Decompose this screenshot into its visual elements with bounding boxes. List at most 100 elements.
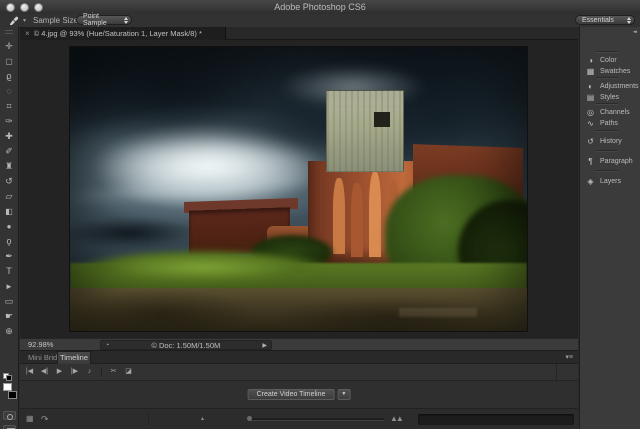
next-frame-button[interactable]: |▶ xyxy=(67,364,82,380)
tools-panel-grip[interactable] xyxy=(5,30,13,34)
create-video-timeline-dropdown[interactable]: ▼ xyxy=(337,389,350,400)
timeline-zoom-out-icon[interactable]: ▴ xyxy=(201,409,204,429)
create-video-timeline-cluster: Create Video Timeline ▼ xyxy=(248,389,351,400)
close-tab-icon[interactable]: × xyxy=(25,27,30,40)
document-tab[interactable]: × © 4.jpg @ 93% (Hue/Saturation 1, Layer… xyxy=(20,27,226,40)
tools-panel: ✛ ▢ ϱ ◌ ⌗ ✑ ✚ ✐ ♜ ↺ ▱ ◧ ● ϙ ✒ T ► ▭ ☛ ⊕ xyxy=(0,27,19,429)
panel-label: Styles xyxy=(600,94,619,101)
adjustments-panel-icon: ◐ xyxy=(585,82,596,91)
quick-mask-button[interactable] xyxy=(3,411,16,420)
expand-panels-icon[interactable]: ◂◂ xyxy=(633,29,636,35)
divider xyxy=(556,364,557,381)
dock-group-separator xyxy=(596,77,618,79)
timeline-zoom-slider[interactable] xyxy=(248,418,384,421)
panel-label: Layers xyxy=(600,178,621,185)
tab-timeline[interactable]: Timeline xyxy=(57,351,91,364)
channels-panel-icon: ◎ xyxy=(585,108,596,117)
select-stepper-icon xyxy=(627,17,631,24)
panel-label: Paragraph xyxy=(600,158,633,165)
layers-panel-icon: ◈ xyxy=(585,177,596,186)
type-tool[interactable]: T xyxy=(0,264,18,279)
spot-healing-brush-tool[interactable]: ✚ xyxy=(0,129,18,144)
crop-tool[interactable]: ⌗ xyxy=(0,99,18,114)
panel-label: Channels xyxy=(600,109,630,116)
hand-tool[interactable]: ☛ xyxy=(0,309,18,324)
eyedropper-tool-preset-icon[interactable] xyxy=(7,15,21,26)
status-flyout-icon[interactable]: ▶ xyxy=(262,342,267,349)
panel-button-paths[interactable]: ∿ Paths xyxy=(580,118,640,129)
transition-button[interactable]: ◪ xyxy=(121,364,136,380)
frame-animation-icon[interactable]: ▦ xyxy=(26,409,34,429)
panel-button-layers[interactable]: ◈ Layers xyxy=(580,176,640,187)
dock-group-separator xyxy=(596,51,618,53)
workspace-select[interactable]: Essentials xyxy=(575,15,635,25)
split-at-playhead-button[interactable]: ✂ xyxy=(106,364,121,380)
zoom-level-field[interactable]: 92.98% xyxy=(28,339,53,351)
panel-label: Adjustments xyxy=(600,83,639,90)
gradient-tool[interactable]: ◧ xyxy=(0,204,18,219)
color-panel-icon: ◑ xyxy=(585,56,596,65)
swatches-panel-icon: ▦ xyxy=(585,67,596,76)
divider xyxy=(101,367,102,377)
rectangle-tool[interactable]: ▭ xyxy=(0,294,18,309)
tool-list: ✛ ▢ ϱ ◌ ⌗ ✑ ✚ ✐ ♜ ↺ ▱ ◧ ● ϙ ✒ T ► ▭ ☛ ⊕ xyxy=(0,39,18,339)
move-tool[interactable]: ✛ xyxy=(0,39,18,54)
panel-button-adjustments[interactable]: ◐ Adjustments xyxy=(580,81,640,92)
dodge-tool[interactable]: ϙ xyxy=(0,234,18,249)
eyedropper-tool[interactable]: ✑ xyxy=(0,114,18,129)
rectangular-marquee-tool[interactable]: ▢ xyxy=(0,54,18,69)
lasso-tool[interactable]: ϱ xyxy=(0,69,18,84)
panel-label: Paths xyxy=(600,120,618,127)
play-button[interactable]: ▶ xyxy=(52,364,67,380)
brush-tool[interactable]: ✐ xyxy=(0,144,18,159)
slider-thumb[interactable] xyxy=(247,416,252,421)
canvas-pasteboard[interactable] xyxy=(20,40,578,338)
panel-button-history[interactable]: ↺ History xyxy=(580,136,640,147)
panel-button-paragraph[interactable]: ¶ Paragraph xyxy=(580,156,640,167)
zoom-tool[interactable]: ⊕ xyxy=(0,324,18,339)
chevron-down-icon[interactable]: ▾ xyxy=(23,17,26,24)
quick-selection-tool[interactable]: ◌ xyxy=(0,84,18,99)
render-video-icon[interactable]: ↷ xyxy=(41,409,49,429)
background-color-swatch[interactable] xyxy=(8,391,17,399)
timeline-scrollbar-track[interactable] xyxy=(418,414,574,425)
panel-button-channels[interactable]: ◎ Channels xyxy=(580,107,640,118)
styles-panel-icon: ▤ xyxy=(585,93,596,102)
workspace-value: Essentials xyxy=(582,17,614,24)
default-colors-icon[interactable] xyxy=(3,373,10,379)
sample-size-label: Sample Size: xyxy=(33,14,80,27)
pen-tool[interactable]: ✒ xyxy=(0,249,18,264)
foreground-color-swatch[interactable] xyxy=(3,383,12,391)
default-background-icon xyxy=(6,375,12,381)
panel-label: Swatches xyxy=(600,68,630,75)
sample-size-select[interactable]: Point Sample xyxy=(76,15,132,25)
document-canvas-image[interactable] xyxy=(70,47,527,331)
select-stepper-icon xyxy=(124,17,128,24)
panel-button-styles[interactable]: ▤ Styles xyxy=(580,92,640,103)
blur-tool[interactable]: ● xyxy=(0,219,18,234)
panel-button-swatches[interactable]: ▦ Swatches xyxy=(580,66,640,77)
create-video-timeline-button[interactable]: Create Video Timeline xyxy=(248,389,335,400)
dock-group-separator xyxy=(596,170,618,172)
timeline-zoom-in-icon[interactable]: ▲▲ xyxy=(390,409,402,429)
path-selection-tool[interactable]: ► xyxy=(0,279,18,294)
dock-group-separator xyxy=(596,150,618,152)
photoshop-window: Adobe Photoshop CS6 ▾ Sample Size: Point… xyxy=(0,0,640,429)
timeline-panel: Mini Bridge Timeline ▾≡ |◀ ◀| ▶ |▶ ♪ ✂ ◪… xyxy=(20,351,578,429)
history-panel-icon: ↺ xyxy=(585,137,596,146)
eraser-tool[interactable]: ▱ xyxy=(0,189,18,204)
go-to-first-frame-button[interactable]: |◀ xyxy=(22,364,37,380)
document-info-field[interactable]: ◔ © Doc: 1.50M/1.50M ▶ xyxy=(100,340,272,350)
previous-frame-button[interactable]: ◀| xyxy=(37,364,52,380)
panel-label: History xyxy=(600,138,622,145)
quick-mask-icon xyxy=(7,414,13,420)
screen-mode-button[interactable] xyxy=(3,425,16,429)
clone-stamp-tool[interactable]: ♜ xyxy=(0,159,18,174)
history-brush-tool[interactable]: ↺ xyxy=(0,174,18,189)
timeline-tab-bar: Mini Bridge Timeline ▾≡ xyxy=(20,351,578,364)
panel-menu-icon[interactable]: ▾≡ xyxy=(565,351,573,364)
panel-dock: ◂◂ ◑ Color ▦ Swatches ◐ Adjustments ▤ St… xyxy=(579,27,640,429)
vignette xyxy=(70,47,527,331)
panel-button-color[interactable]: ◑ Color xyxy=(580,55,640,66)
audio-mute-button[interactable]: ♪ xyxy=(82,364,97,380)
